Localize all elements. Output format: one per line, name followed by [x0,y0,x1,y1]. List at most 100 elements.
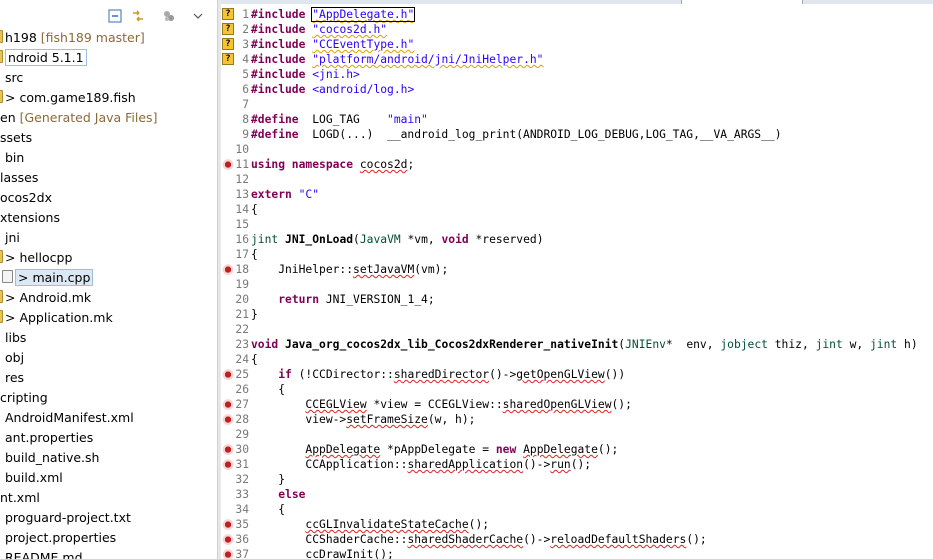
tree-item[interactable]: res [5,368,24,388]
code-line[interactable]: 29 [221,427,933,442]
tree-item[interactable]: README.md [5,548,83,559]
code-line[interactable]: 36 CCShaderCache::sharedShaderCache()->r… [221,532,933,547]
code-line[interactable]: 17{ [221,247,933,262]
tree-item[interactable]: ocos2dx [0,188,52,208]
tree-item[interactable]: ndroid 5.1.1 [0,48,87,68]
code-line[interactable]: 8 #define LOG_TAG "main" [221,112,933,127]
code-text: view->setFrameSize(w, h); [251,413,476,426]
code-line[interactable]: 32 } [221,472,933,487]
code-line[interactable]: 35 ccGLInvalidateStateCache(); [221,517,933,532]
line-number: 19 [235,278,249,291]
line-number: 2 [242,23,249,36]
file-icon [0,310,3,323]
code-line[interactable]: 6 #include <android/log.h> [221,82,933,97]
code-line[interactable]: 23 void Java_org_cocos2dx_lib_Cocos2dxRen… [221,337,933,352]
code-text: if (!CCDirector::sharedDirector()->getOp… [278,368,626,381]
code-line[interactable]: ? 4 #include "platform/android/jni/JniHelp… [221,52,933,67]
code-line[interactable]: 11 using namespace cocos2d; [221,157,933,172]
code-line[interactable]: 21} [221,307,933,322]
tree-item[interactable]: cripting [0,388,48,408]
collapse-all-icon[interactable] [108,8,122,23]
code-line[interactable]: 20 return JNI_VERSION_1_4; [221,292,933,307]
tree-item[interactable]: jni [5,228,20,248]
code-line[interactable]: ? 2 #include "cocos2d.h" [221,22,933,37]
tree-item[interactable]: h198 [fish189 master] [0,28,145,48]
code-line[interactable]: 24{ [221,352,933,367]
tree-item-label: bin [5,150,25,165]
line-number: 20 [235,293,249,306]
code-line[interactable]: 37 ccDrawInit(); [221,547,933,559]
code-line[interactable]: 19 [221,277,933,292]
tree-item[interactable]: build.xml [5,468,63,488]
code-line[interactable]: 22 [221,322,933,337]
tree-item[interactable]: en [Generated Java Files] [0,108,157,128]
tree-item[interactable]: xtensions [0,208,60,228]
file-icon [0,290,3,303]
code-line[interactable]: 30 AppDelegate *pAppDelegate = new AppDe… [221,442,933,457]
tree-item-label: ndroid 5.1.1 [5,49,87,66]
line-number: 15 [235,218,249,231]
code-line[interactable]: 10 [221,142,933,157]
tree-item[interactable]: build_native.sh [5,448,99,468]
code-line[interactable]: 15 [221,217,933,232]
tree-item[interactable]: nt.xml [0,488,40,508]
explorer-toolbar [0,0,217,28]
view-menu-icon[interactable] [162,8,176,22]
code-text: #include <android/log.h> [251,83,415,96]
line-number: 27 [235,398,249,411]
tree-item[interactable]: ssets [0,128,32,148]
code-line[interactable]: 18 JniHelper::setJavaVM(vm); [221,262,933,277]
tree-item[interactable]: libs [5,328,26,348]
tree-item[interactable]: src [5,68,23,88]
line-number: 33 [235,488,249,501]
code-line[interactable]: 5 #include <jni.h> [221,67,933,82]
code-text: extern "C" [251,188,320,201]
chevron-down-icon[interactable] [191,8,205,22]
code-text: { [251,353,258,366]
project-icon [0,30,3,43]
code-line[interactable]: 31 CCApplication::sharedApplication()->r… [221,457,933,472]
code-line[interactable]: ? 1 #include "AppDelegate.h" [221,7,933,22]
line-number: 29 [235,428,249,441]
tree-item-label: build_native.sh [5,450,100,465]
tree-item-label: ssets [0,130,33,145]
active-editor-tab[interactable] [681,0,803,4]
code-line[interactable]: 16 jint JNI_OnLoad(JavaVM *vm, void *rese… [221,232,933,247]
code-line[interactable]: 14{ [221,202,933,217]
tree-item[interactable]: > com.game189.fish [0,88,136,108]
code-line[interactable]: 33 else [221,487,933,502]
tree-item[interactable]: project.properties [5,528,116,548]
code-editor[interactable]: ? 1 #include "AppDelegate.h"? 2 #include "co… [221,0,933,559]
link-with-editor-icon[interactable] [131,8,145,22]
tree-item[interactable]: > Application.mk [0,308,113,328]
tree-item[interactable]: ant.properties [5,428,93,448]
tree-item-label: > hellocpp [5,250,73,265]
code-line[interactable]: ? 3 #include "CCEventType.h" [221,37,933,52]
tree-item[interactable]: proguard-project.txt [5,508,131,528]
tree-item[interactable]: AndroidManifest.xml [5,408,134,428]
code-line[interactable]: 34 { [221,502,933,517]
code-line[interactable]: 25 if (!CCDirector::sharedDirector()->ge… [221,367,933,382]
tree-item[interactable]: lasses [0,168,38,188]
code-line[interactable]: 9 #define LOGD(...) __android_log_print(A… [221,127,933,142]
code-line[interactable]: 13 extern "C" [221,187,933,202]
line-number: 13 [235,188,249,201]
tree-item[interactable]: > main.cpp [2,268,94,288]
code-text: #define LOG_TAG "main" [251,113,428,126]
tree-item[interactable]: > Android.mk [0,288,91,308]
code-line[interactable]: 7 [221,97,933,112]
tree-item-label: jni [5,230,20,245]
line-number: 26 [235,383,249,396]
line-number: 8 [242,113,249,126]
code-line[interactable]: 26 { [221,382,933,397]
code-line[interactable]: 12 [221,172,933,187]
tree-item-label: > main.cpp [15,269,94,286]
line-number: 22 [235,323,249,336]
code-text: #include <jni.h> [251,68,360,81]
code-line[interactable]: 28 view->setFrameSize(w, h); [221,412,933,427]
tree-item[interactable]: obj [5,348,24,368]
code-line[interactable]: 27 CCEGLView *view = CCEGLView::sharedOp… [221,397,933,412]
tree-item[interactable]: > hellocpp [0,248,72,268]
tree-item-label: README.md [5,550,83,559]
tree-item[interactable]: bin [5,148,24,168]
